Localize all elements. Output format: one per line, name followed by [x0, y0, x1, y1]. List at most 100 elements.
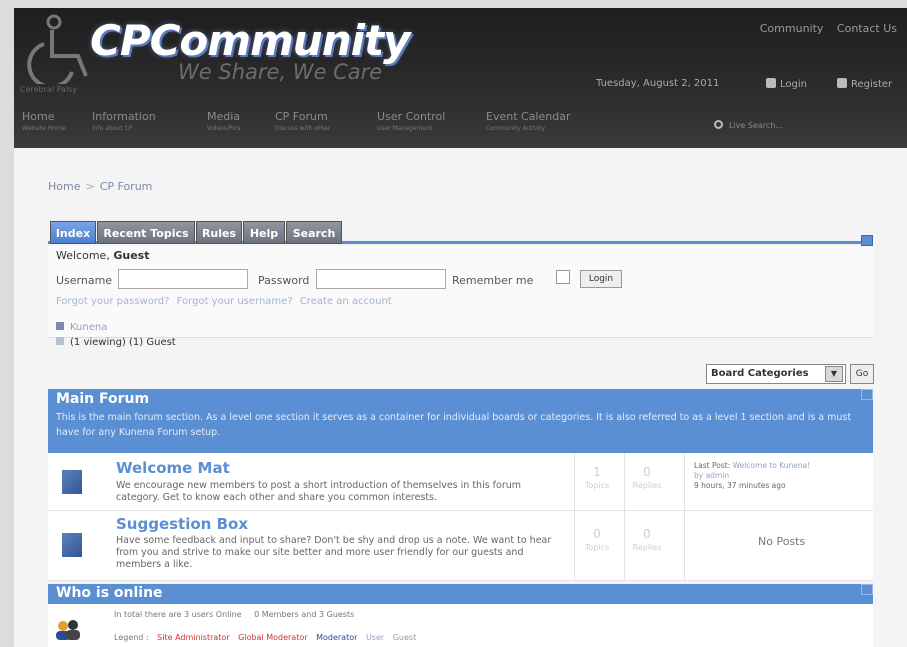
remember-me-label: Remember me: [452, 274, 534, 287]
forgot-username-link[interactable]: Forgot your username?: [177, 296, 293, 307]
online-total: In total there are 3 users Online: [114, 610, 242, 619]
replies-label: Replies: [632, 543, 662, 552]
login-button[interactable]: Login: [580, 270, 622, 288]
register-link-label: Register: [851, 79, 893, 90]
stats-panel: Kunena (1 viewing) (1) Guest: [48, 320, 873, 360]
nav-item-sublabel: Discuss with other: [275, 125, 331, 132]
viewing-count: (1 viewing) (1) Guest: [56, 337, 176, 348]
nav-item-label: CP Forum: [275, 110, 328, 123]
account-links: Forgot your password? Forgot your userna…: [56, 296, 396, 307]
nav-item-sublabel: Info about CP: [92, 125, 133, 132]
board-row: Suggestion Box Have some feedback and in…: [48, 511, 873, 581]
nav-item-cp-forum[interactable]: CP Forum Discuss with other: [275, 110, 330, 132]
last-post-label: Last Post:: [694, 461, 731, 470]
legend-moderator: Moderator: [316, 633, 358, 642]
remember-me-checkbox[interactable]: [556, 270, 570, 284]
nav-item-user-control[interactable]: User Control User Management: [377, 110, 445, 132]
main-forum-title[interactable]: Main Forum: [56, 391, 149, 407]
search-icon: [714, 120, 723, 129]
main-nav: Home Website Home Information Info about…: [14, 110, 907, 146]
create-account-link[interactable]: Create an account: [300, 296, 392, 307]
nav-item-information[interactable]: Information Info about CP: [92, 110, 156, 132]
legend-global-moderator: Global Moderator: [238, 633, 308, 642]
username-field[interactable]: [118, 269, 248, 289]
live-search-placeholder: Live Search...: [729, 121, 783, 130]
page: CPCommunity We Share, We Care Cerebral P…: [14, 8, 907, 647]
kunena-link-label: Kunena: [70, 322, 108, 333]
divider: [684, 511, 685, 581]
username-label: Username: [56, 274, 113, 287]
go-button[interactable]: Go: [850, 364, 874, 384]
viewing-text: (1 viewing) (1) Guest: [70, 337, 176, 348]
lock-icon: [766, 78, 776, 88]
legend-user: User: [365, 633, 385, 642]
topics-value: 1: [593, 465, 601, 479]
nav-item-label: Information: [92, 110, 156, 123]
nav-item-label: Event Calendar: [486, 110, 571, 123]
main-forum-header: Main Forum This is the main forum sectio…: [48, 389, 873, 453]
board-description: Have some feedback and input to share? D…: [116, 535, 552, 570]
tree-icon: [56, 337, 64, 345]
collapse-toggle[interactable]: [861, 389, 873, 400]
replies-label: Replies: [632, 481, 662, 490]
tab-index[interactable]: Index: [50, 221, 96, 244]
divider: [574, 511, 575, 581]
site-header: CPCommunity We Share, We Care Cerebral P…: [14, 8, 907, 148]
divider: [624, 453, 625, 511]
nav-item-label: User Control: [377, 110, 446, 123]
last-post-time: 9 hours, 37 minutes ago: [694, 481, 786, 490]
login-link[interactable]: Login: [766, 78, 807, 90]
nav-item-sublabel: Website Home: [22, 125, 66, 132]
board-icon: [62, 470, 82, 494]
top-links: Community Contact Us: [750, 22, 897, 35]
replies-count: 0 Replies: [626, 465, 668, 490]
board-title[interactable]: Suggestion Box: [116, 515, 248, 533]
board-categories-value: Board Categories: [711, 368, 809, 379]
welcome-user: Guest: [113, 249, 150, 262]
tab-recent-topics[interactable]: Recent Topics: [97, 221, 195, 244]
chevron-down-icon[interactable]: ▼: [825, 366, 843, 382]
divider: [574, 453, 575, 511]
contact-us-link[interactable]: Contact Us: [837, 22, 897, 35]
collapse-toggle[interactable]: [861, 584, 873, 595]
live-search-input[interactable]: Live Search...: [714, 120, 783, 130]
legend-label: Legend :: [114, 633, 149, 642]
breadcrumb-current: CP Forum: [99, 180, 153, 193]
board-categories-select[interactable]: Board Categories ▼: [706, 364, 846, 384]
forgot-password-link[interactable]: Forgot your password?: [56, 296, 169, 307]
board-description: We encourage new members to post a short…: [116, 480, 522, 503]
register-link[interactable]: Register: [837, 78, 892, 90]
nav-item-event-calendar[interactable]: Event Calendar Community Activity: [486, 110, 570, 132]
breadcrumb-home[interactable]: Home: [48, 180, 80, 193]
replies-value: 0: [643, 527, 651, 541]
tab-help[interactable]: Help: [243, 221, 285, 244]
board-icon: [62, 533, 82, 557]
last-post-link[interactable]: Welcome to Kunena!: [733, 461, 811, 470]
nav-item-home[interactable]: Home Website Home: [22, 110, 66, 132]
current-date: Tuesday, August 2, 2011: [596, 78, 720, 89]
nav-item-sublabel: Community Activity: [486, 125, 546, 132]
users-icon: [56, 620, 80, 640]
last-post-author[interactable]: by admin: [694, 471, 729, 480]
site-logo-title[interactable]: CPCommunity: [90, 16, 410, 65]
replies-value: 0: [643, 465, 651, 479]
divider: [624, 511, 625, 581]
legend-site-administrator: Site Administrator: [157, 633, 230, 642]
topics-label: Topics: [584, 543, 610, 552]
tab-rules[interactable]: Rules: [196, 221, 242, 244]
topics-value: 0: [593, 527, 601, 541]
site-tagline: We Share, We Care: [178, 60, 383, 84]
topics-count: 1 Topics: [576, 465, 618, 490]
nav-item-sublabel: User Management: [377, 125, 433, 132]
community-link[interactable]: Community: [760, 22, 824, 35]
collapse-toggle[interactable]: [861, 235, 873, 246]
no-posts-text: No Posts: [758, 535, 806, 548]
password-field[interactable]: [316, 269, 446, 289]
board-title[interactable]: Welcome Mat: [116, 459, 230, 477]
board-row: Welcome Mat We encourage new members to …: [48, 453, 873, 511]
nav-item-media[interactable]: Media Videos/Pics: [207, 110, 241, 132]
tab-search[interactable]: Search: [286, 221, 342, 244]
forum-tabs: Index Recent Topics Rules Help Search: [48, 217, 873, 246]
logo-subtext: Cerebral Palsy: [20, 85, 78, 94]
kunena-link[interactable]: Kunena: [56, 322, 107, 333]
